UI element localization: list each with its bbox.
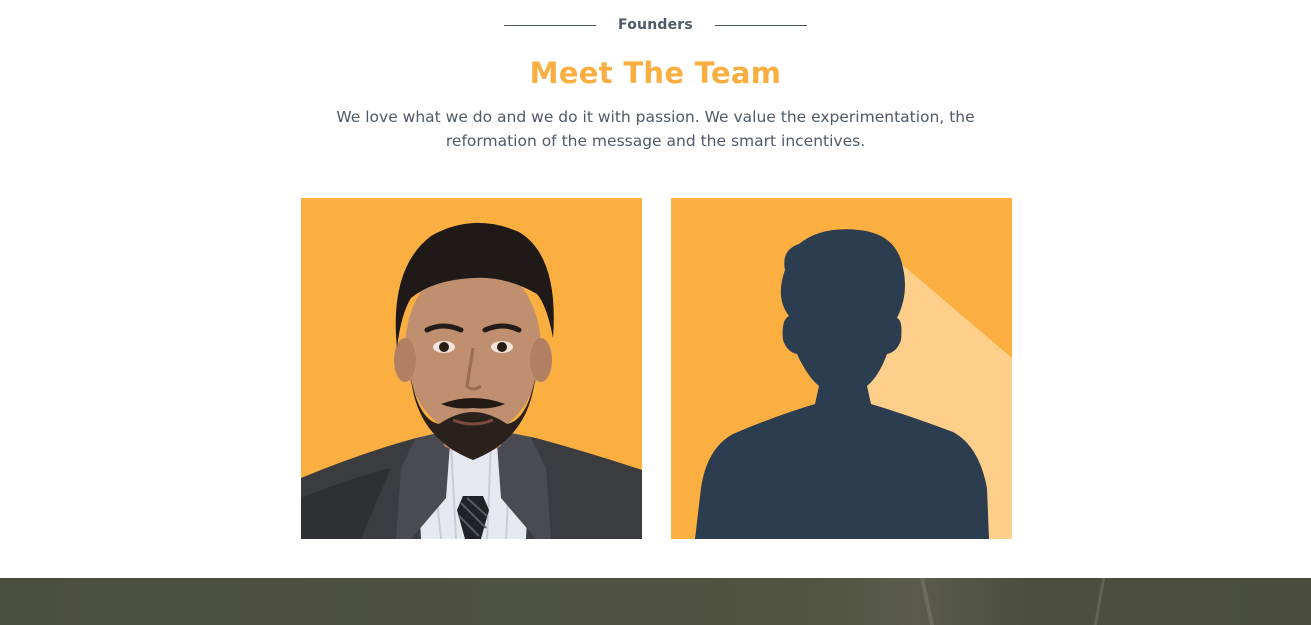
eyebrow-right-divider <box>714 24 807 26</box>
team-member-photo-2[interactable] <box>671 198 1012 539</box>
footer-band-streak <box>920 578 934 625</box>
eyebrow-left-divider <box>504 24 597 26</box>
section-description: We love what we do and we do it with pas… <box>336 108 975 150</box>
section-eyebrow: Founders <box>0 17 1311 33</box>
team-member-photo-1[interactable] <box>301 198 642 539</box>
silhouette-placeholder-image <box>671 198 1012 539</box>
eyebrow-label: Founders <box>618 17 693 33</box>
section-title: Meet The Team <box>529 56 782 90</box>
founder-portrait-image <box>301 198 642 539</box>
footer-band-background <box>0 578 1311 625</box>
footer-band-streak <box>1093 578 1106 625</box>
